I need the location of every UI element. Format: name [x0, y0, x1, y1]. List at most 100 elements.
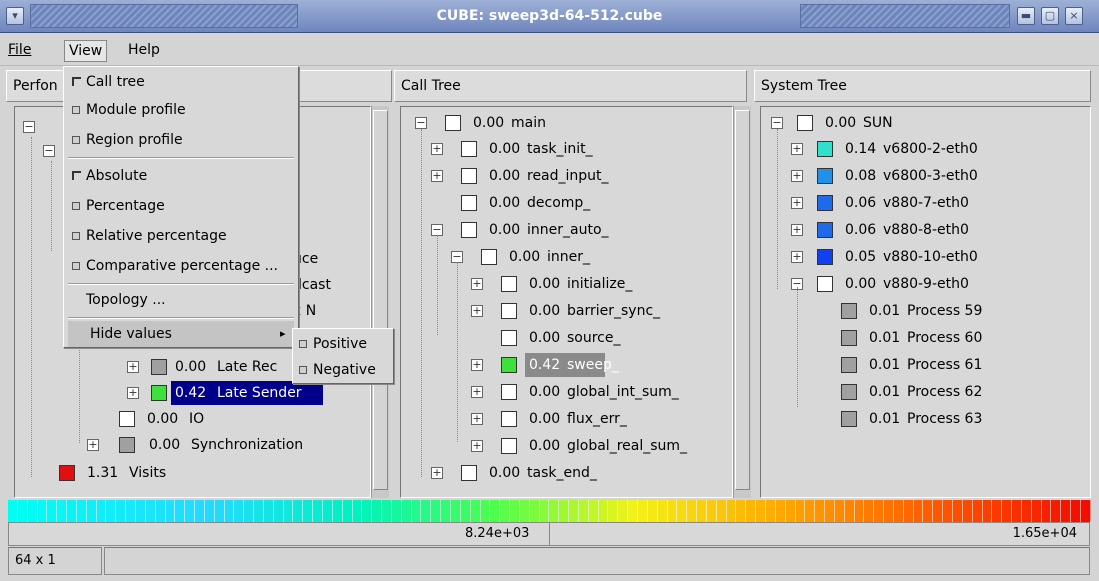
system-name: v880-10-eth0 — [883, 249, 978, 265]
call-tree-node[interactable]: −0.00 inner_ — [451, 245, 732, 269]
expand-icon[interactable]: + — [431, 467, 443, 479]
view-menu-percentage[interactable]: Percentage — [68, 193, 294, 219]
hide-positive[interactable]: Positive — [297, 331, 391, 357]
color-segment — [539, 500, 550, 522]
system-tree-node[interactable]: +0.06 v880-7-eth0 — [791, 191, 1051, 215]
metric-color-icon — [501, 411, 517, 427]
checkbox-icon — [299, 340, 307, 348]
maximize-button[interactable]: ▢ — [1041, 7, 1059, 25]
color-segment — [332, 500, 343, 522]
color-segment — [500, 500, 511, 522]
view-menu-topology[interactable]: Topology ... — [68, 287, 294, 313]
expand-icon[interactable]: + — [791, 224, 803, 236]
call-name: global_real_sum_ — [567, 438, 688, 454]
call-tree-node[interactable]: +0.00 initialize_ — [471, 272, 732, 296]
system-tree-node[interactable]: − 0.00 SUN — [771, 111, 1031, 135]
checkbox-icon — [299, 366, 307, 374]
call-tree-node[interactable]: +0.00 flux_err_ — [471, 407, 732, 431]
expand-icon[interactable]: + — [471, 305, 483, 317]
view-menu-hide-values[interactable]: Hide values ▸ — [68, 321, 294, 347]
color-segment — [716, 500, 727, 522]
call-tree-node[interactable]: −0.00 inner_auto_ — [431, 218, 721, 242]
call-tree-node[interactable]: +0.00 global_real_sum_ — [471, 434, 732, 458]
minimize-button[interactable]: ▬ — [1017, 7, 1035, 25]
call-tree-node[interactable]: +0.42 sweep_ — [471, 353, 732, 377]
window-menu-button[interactable]: ▾ — [6, 7, 24, 25]
hide-negative[interactable]: Negative — [297, 357, 391, 383]
expand-icon[interactable]: + — [791, 143, 803, 155]
system-tree-node[interactable]: +0.05 v880-10-eth0 — [791, 245, 1051, 269]
call-tree-scrollbar[interactable] — [733, 106, 751, 498]
system-tree-node[interactable]: +0.06 v880-8-eth0 — [791, 218, 1051, 242]
expand-icon[interactable]: + — [431, 170, 443, 182]
system-tree-node[interactable]: +0.14 v6800-2-eth0 — [791, 137, 1051, 161]
view-menu-call-tree[interactable]: Call tree — [68, 69, 294, 95]
call-name: main — [511, 115, 546, 131]
call-tree-node[interactable]: − 0.00 main — [415, 111, 705, 135]
menu-view[interactable]: View — [64, 40, 108, 62]
system-name: v6800-2-eth0 — [883, 141, 978, 157]
call-tree-node[interactable]: +0.00 task_end_ — [431, 461, 721, 485]
metric-node-visits[interactable]: 1.31 Visits — [59, 461, 219, 485]
expand-icon[interactable]: + — [471, 359, 483, 371]
system-tree-node[interactable]: 0.01 Process 62 — [841, 380, 1090, 404]
system-tree-node[interactable]: −0.00 v880-9-eth0 — [791, 272, 1051, 296]
system-tree-header[interactable]: System Tree — [754, 70, 1091, 102]
color-segment — [27, 500, 38, 522]
system-value: 0.01 — [869, 303, 901, 319]
metric-node-io[interactable]: 0.00 IO — [119, 407, 239, 431]
call-value: 0.00 — [529, 330, 561, 346]
expand-icon[interactable]: + — [471, 386, 483, 398]
metric-node-late-sender[interactable]: + 0.42 Late Sender — [127, 381, 327, 405]
call-tree-node[interactable]: +0.00 global_int_sum_ — [471, 380, 732, 404]
view-menu-module-profile[interactable]: Module profile — [68, 97, 294, 123]
collapse-icon[interactable]: − — [771, 117, 783, 129]
expand-icon[interactable]: + — [791, 197, 803, 209]
system-tree-node[interactable]: 0.01 Process 59 — [841, 299, 1090, 323]
call-tree-node[interactable]: +0.00 barrier_sync_ — [471, 299, 732, 323]
scrollbar-thumb[interactable] — [735, 110, 750, 490]
scrollbar-thumb[interactable] — [373, 110, 388, 490]
expand-icon[interactable]: + — [471, 413, 483, 425]
color-segment — [411, 500, 422, 522]
expand-icon[interactable]: + — [127, 387, 139, 399]
close-button[interactable]: × — [1065, 7, 1083, 25]
call-tree-node[interactable]: 0.00 source_ — [471, 326, 732, 350]
call-tree-header[interactable]: Call Tree — [394, 70, 747, 102]
expand-icon[interactable]: + — [791, 251, 803, 263]
expand-icon[interactable]: + — [87, 439, 99, 451]
expand-icon[interactable]: + — [471, 278, 483, 290]
call-tree-node[interactable]: +0.00 read_input_ — [431, 164, 721, 188]
system-tree-node[interactable]: 0.01 Process 63 — [841, 407, 1090, 431]
color-scale-labels: 8.24e+03 1.65e+04 — [8, 522, 1090, 546]
expand-icon[interactable]: + — [471, 440, 483, 452]
collapse-icon[interactable]: − — [23, 121, 35, 133]
menu-file[interactable]: File — [4, 40, 35, 62]
system-tree-node[interactable]: +0.08 v6800-3-eth0 — [791, 164, 1051, 188]
close-icon: × — [1069, 9, 1079, 22]
expand-icon[interactable]: + — [431, 143, 443, 155]
system-tree-node[interactable]: 0.01 Process 60 — [841, 326, 1090, 350]
expand-icon[interactable]: + — [127, 361, 139, 373]
call-tree-node[interactable]: +0.00 task_init_ — [431, 137, 721, 161]
metric-color-icon — [59, 465, 75, 481]
color-segment — [785, 500, 796, 522]
view-menu-absolute[interactable]: Absolute — [68, 163, 294, 189]
call-tree-node[interactable]: 0.00 decomp_ — [431, 191, 721, 215]
view-menu-region-profile[interactable]: Region profile — [68, 127, 294, 153]
system-name: Process 61 — [907, 357, 983, 373]
view-menu-relative-percentage[interactable]: Relative percentage — [68, 223, 294, 249]
color-segment — [372, 500, 383, 522]
metric-value: 0.00 — [149, 437, 181, 453]
color-segment — [736, 500, 747, 522]
status-process-dims: 64 x 1 — [8, 547, 102, 575]
metric-tree-scrollbar[interactable] — [371, 106, 389, 498]
color-segment — [913, 500, 924, 522]
system-tree-node[interactable]: 0.01 Process 61 — [841, 353, 1090, 377]
view-menu-comparative-percentage[interactable]: Comparative percentage ... — [68, 253, 294, 279]
metric-node-synchronization[interactable]: + 0.00 Synchronization — [87, 433, 347, 457]
menu-help[interactable]: Help — [124, 40, 164, 62]
collapse-icon[interactable]: − — [43, 145, 55, 157]
expand-icon[interactable]: + — [791, 170, 803, 182]
collapse-icon[interactable]: − — [415, 117, 427, 129]
